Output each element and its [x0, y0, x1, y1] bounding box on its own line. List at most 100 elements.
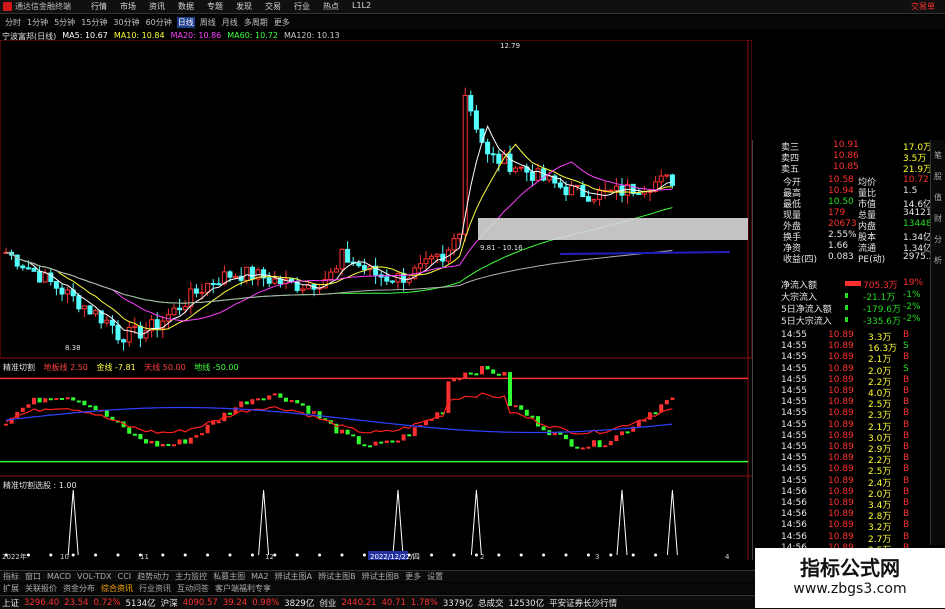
menu-item[interactable]: 行业: [294, 1, 310, 12]
side-strip-item[interactable]: 分: [931, 234, 945, 245]
indicator-tab[interactable]: 设置: [427, 571, 443, 582]
menu-item[interactable]: 专题: [207, 1, 223, 12]
period-tab[interactable]: 5分钟: [53, 17, 76, 28]
status-item: 1.78%: [410, 597, 438, 608]
extension-tab[interactable]: 关联报价: [25, 583, 57, 594]
side-strip-item[interactable]: 析: [931, 255, 945, 266]
status-item: 12530亿: [508, 598, 545, 609]
baseline-dot: [631, 553, 635, 557]
indicator-tab[interactable]: 主力监控: [175, 571, 207, 582]
indicator-tab[interactable]: 更多: [405, 571, 421, 582]
candle-body: [529, 171, 535, 181]
oscillator-bar: [205, 424, 210, 434]
baseline-dot: [318, 553, 322, 557]
flow-pct: -2%: [903, 314, 921, 324]
candle-body: [636, 192, 642, 195]
tick-price: 10.89: [828, 520, 854, 531]
baseline-dot: [452, 553, 456, 557]
indicator-tab[interactable]: 窗口: [25, 571, 41, 582]
oscillator-bar: [564, 434, 568, 440]
candle-body: [53, 280, 59, 289]
candle-body: [137, 325, 143, 339]
extension-tab[interactable]: 行业资讯: [139, 583, 171, 594]
indicator-tab[interactable]: 辨试主图B: [318, 571, 356, 582]
extension-tab[interactable]: 综合资讯: [101, 583, 133, 594]
period-tab[interactable]: 60分钟: [145, 17, 173, 28]
title-bar: 通达信金融终端 行情 市场 资讯 数据 专题 发现 交易 行业 热点 L1L2 交易单: [0, 0, 945, 14]
indicator-tab[interactable]: MACD: [47, 572, 71, 581]
side-strip-item[interactable]: 值: [931, 192, 945, 203]
oscillator-bar: [384, 440, 389, 444]
status-item: 创业: [319, 598, 337, 609]
oscillator-bar: [256, 398, 260, 401]
baseline-dot: [519, 553, 523, 557]
side-strip-item[interactable]: 股: [931, 171, 945, 182]
indicator-tab[interactable]: MA2: [251, 572, 268, 581]
oscillator-bar: [32, 397, 36, 405]
oscillator-bar: [575, 446, 580, 449]
side-strip-item[interactable]: 财: [931, 213, 945, 224]
extension-tabs: 扩展 关联报价 资金分布 综合资讯 行业资讯 互动问答 客户端福利专享: [0, 583, 770, 594]
period-tab[interactable]: 更多: [273, 17, 291, 28]
oscillator-bar: [43, 398, 48, 403]
tick-time: 14:55: [781, 475, 807, 486]
period-tab[interactable]: 30分钟: [112, 17, 140, 28]
extension-tab[interactable]: 互动问答: [177, 583, 209, 594]
oscillator-bar: [166, 444, 171, 447]
extension-tab[interactable]: 资金分布: [63, 583, 95, 594]
flow-bar: [845, 305, 848, 310]
candle-body: [300, 288, 306, 291]
menu-item[interactable]: 数据: [178, 1, 194, 12]
menu-item[interactable]: 行情: [91, 1, 107, 12]
candle-body: [154, 319, 160, 330]
oscillator-bar: [608, 441, 613, 446]
menu-item[interactable]: 发现: [236, 1, 252, 12]
status-item: 39.24: [222, 597, 248, 608]
indicator-tab[interactable]: CCI: [118, 572, 132, 581]
status-item: 40.71: [381, 597, 406, 608]
period-tab[interactable]: 15分钟: [80, 17, 108, 28]
period-tab[interactable]: 分时: [4, 17, 22, 28]
quote-value: 2.55%: [828, 230, 857, 240]
indicator-tab[interactable]: 辨试主图B: [362, 571, 400, 582]
period-tab[interactable]: 月线: [221, 17, 239, 28]
indicator-tabs: 指标 窗口 MACD VOL-TDX CCI 趋势动力 主力监控 私募主图 MA2 辨试主图A 辨试…: [0, 570, 770, 582]
oscillator-bar: [552, 432, 557, 436]
quote-value: 1.66: [828, 241, 849, 251]
extension-tab[interactable]: 扩展: [3, 583, 19, 594]
menu-item[interactable]: 资讯: [149, 1, 165, 12]
menu-item[interactable]: 市场: [120, 1, 136, 12]
indicator-tab[interactable]: 辨试主图A: [275, 571, 312, 582]
oscillator-bar: [452, 378, 456, 382]
period-tab[interactable]: 1分钟: [26, 17, 49, 28]
oscillator-bar: [412, 427, 417, 437]
period-tab[interactable]: 多周期: [243, 17, 269, 28]
baseline-dot: [71, 553, 75, 557]
oscillator-bar: [200, 433, 204, 436]
oscillator-bar: [88, 405, 92, 408]
sub1-legend-item: 天线 50.00: [141, 363, 186, 372]
tick-time: 14:55: [781, 408, 807, 419]
oscillator-bar: [519, 405, 524, 410]
extension-tab[interactable]: 客户端福利专享: [215, 583, 271, 594]
menu-item[interactable]: L1L2: [352, 1, 371, 12]
tick-side: B: [903, 464, 910, 475]
tick-side: B: [903, 486, 910, 497]
side-strip-item[interactable]: 笔: [931, 150, 945, 161]
kline-chart[interactable]: 11.2511.0010.7510.5010.2510.009.759.509.…: [0, 40, 752, 560]
indicator-tab[interactable]: 趋势动力: [137, 571, 169, 582]
status-item: 3829亿: [284, 598, 315, 609]
trade-button[interactable]: 交易单: [911, 1, 935, 12]
status-item: 总成交: [478, 598, 504, 609]
indicator-tab[interactable]: 指标: [3, 571, 19, 582]
oscillator-bar: [244, 401, 249, 405]
menu-item[interactable]: 热点: [323, 1, 339, 12]
period-tab[interactable]: 周线: [199, 17, 217, 28]
menu-item[interactable]: 交易: [265, 1, 281, 12]
period-tab[interactable]: 日线: [176, 16, 195, 28]
indicator-tab[interactable]: VOL-TDX: [77, 572, 112, 581]
tick-price: 10.89: [828, 419, 854, 430]
tick-time: 14:55: [781, 386, 807, 396]
indicator-tab[interactable]: 私募主图: [213, 571, 245, 582]
tick-price: 10.89: [828, 464, 854, 475]
